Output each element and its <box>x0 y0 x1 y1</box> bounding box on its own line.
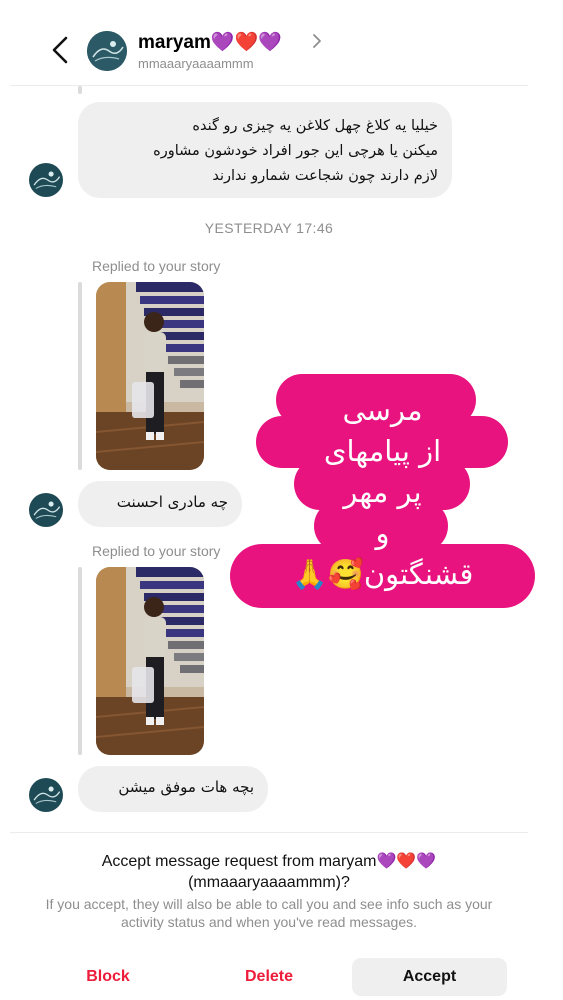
message-bubble[interactable]: خیلیا یه کلاغ چهل کلاغن یه چیزی رو گنده … <box>78 102 452 198</box>
back-button[interactable] <box>46 32 76 68</box>
chevron-right-icon[interactable] <box>311 33 323 49</box>
replied-label: Replied to your story <box>92 543 221 559</box>
back-arrow-icon <box>52 36 68 64</box>
user-handle: mmaaaryaaaammm <box>138 56 254 71</box>
replied-label: Replied to your story <box>92 258 221 274</box>
avatar[interactable] <box>29 493 63 527</box>
message-line: میکنن یا هرچی این جور افراد خودشون مشاور… <box>153 143 438 159</box>
avatar[interactable] <box>29 163 63 197</box>
message-text: چه مادری احسنت <box>116 493 228 511</box>
request-title-line: (mmaaaryaaaammm)? <box>188 874 350 891</box>
message-line: لازم دارند چون شجاعت شمارو ندارند <box>212 168 438 184</box>
sticker-line: پر مهر <box>343 475 422 509</box>
avatar[interactable] <box>29 778 63 812</box>
block-button[interactable]: Block <box>64 958 152 996</box>
sticker-line: مرسی <box>342 393 423 427</box>
text-sticker-overlay: مرسی از پیامهای پر مهر و قشنگتون🥰🙏 <box>230 372 535 612</box>
delete-button[interactable]: Delete <box>228 958 310 996</box>
message-bubble[interactable]: چه مادری احسنت <box>78 481 242 527</box>
sticker-line: از پیامهای <box>323 434 442 468</box>
timestamp: YESTERDAY 17:46 <box>204 220 334 236</box>
story-thumbnail[interactable] <box>96 567 204 755</box>
reply-line <box>78 282 82 470</box>
request-title-line: Accept message request from maryam💜❤️💜 <box>101 853 437 870</box>
sticker-line: قشنگتون🥰🙏 <box>291 557 474 591</box>
story-thumbnail[interactable] <box>96 282 204 470</box>
username[interactable]: maryam💜❤️💜 <box>138 30 282 54</box>
chat-header: maryam💜❤️💜 mmaaaryaaaammm <box>10 0 528 86</box>
reply-line <box>78 86 82 94</box>
avatar[interactable] <box>87 31 127 71</box>
sticker-line: و <box>375 516 390 550</box>
message-line: خیلیا یه کلاغ چهل کلاغن یه چیزی رو گنده <box>192 118 438 134</box>
sticker-text: مرسی از پیامهای پر مهر و قشنگتون🥰🙏 <box>230 390 535 595</box>
message-text: بچه هات موفق میشن <box>118 778 254 796</box>
message-request-panel: Accept message request from maryam💜❤️💜 (… <box>10 832 528 1000</box>
accept-button[interactable]: Accept <box>352 958 507 996</box>
request-title: Accept message request from maryam💜❤️💜 (… <box>10 851 528 893</box>
request-description: If you accept, they will also be able to… <box>45 896 493 930</box>
message-bubble[interactable]: بچه هات موفق میشن <box>78 766 268 812</box>
reply-line <box>78 567 82 755</box>
